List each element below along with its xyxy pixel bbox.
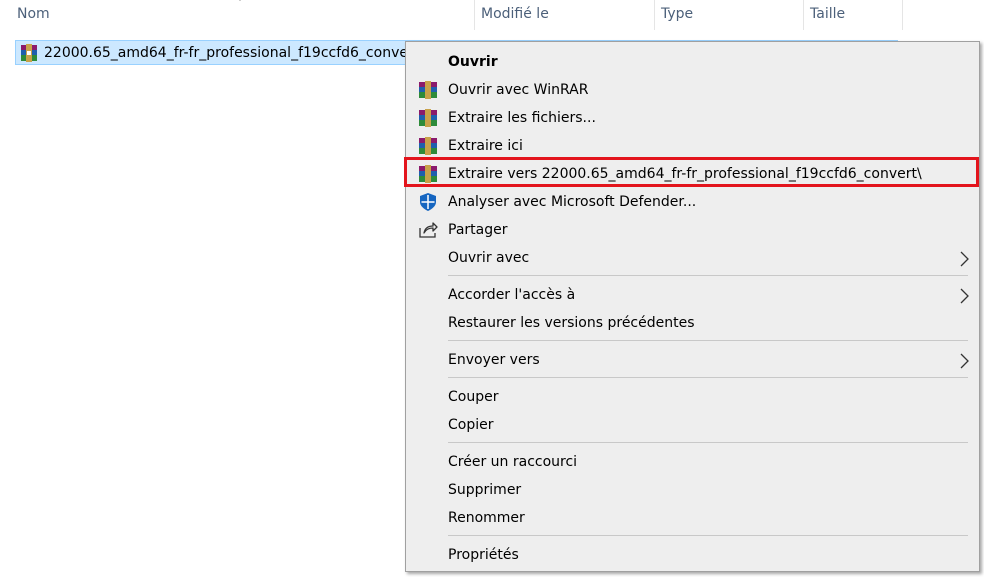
winrar-icon <box>419 109 437 127</box>
chevron-right-icon <box>960 251 969 267</box>
chevron-right-icon <box>960 288 969 304</box>
menu-item-label: Ouvrir <box>448 54 498 70</box>
menu-item-delete[interactable]: Supprimer <box>406 476 979 504</box>
menu-item-label: Envoyer vers <box>448 352 540 368</box>
chevron-right-icon <box>960 353 969 369</box>
column-name[interactable]: Nom <box>11 0 473 30</box>
menu-item-open-with-winrar[interactable]: Ouvrir avec WinRAR <box>406 76 979 104</box>
column-size[interactable]: Taille <box>803 0 903 30</box>
menu-divider <box>448 377 968 378</box>
menu-item-label: Créer un raccourci <box>448 454 578 470</box>
sort-arrow-icon <box>239 0 241 1</box>
menu-item-label: Restaurer les versions précédentes <box>448 315 695 331</box>
menu-divider <box>448 275 968 276</box>
menu-item-label: Analyser avec Microsoft Defender... <box>448 194 697 210</box>
menu-item-label: Supprimer <box>448 482 522 498</box>
menu-item-label: Couper <box>448 389 499 405</box>
column-header: Nom Modifié le Type Taille <box>0 0 984 30</box>
winrar-icon <box>419 137 437 155</box>
menu-item-rename[interactable]: Renommer <box>406 504 979 532</box>
menu-item-extract-files[interactable]: Extraire les fichiers... <box>406 104 979 132</box>
column-type-label: Type <box>661 6 694 22</box>
winrar-icon <box>419 81 437 99</box>
column-modified[interactable]: Modifié le <box>474 0 654 30</box>
menu-item-properties[interactable]: Propriétés <box>406 541 979 569</box>
highlight-box <box>404 157 979 187</box>
file-name: 22000.65_amd64_fr-fr_professional_f19ccf… <box>44 45 420 61</box>
menu-item-open[interactable]: Ouvrir <box>406 48 979 76</box>
menu-item-label: Extraire ici <box>448 138 523 154</box>
menu-item-cut[interactable]: Couper <box>406 383 979 411</box>
menu-item-label: Extraire les fichiers... <box>448 110 596 126</box>
defender-shield-icon <box>420 193 436 211</box>
menu-item-label: Renommer <box>448 510 525 526</box>
menu-item-label: Copier <box>448 417 494 433</box>
menu-item-share[interactable]: Partager <box>406 216 979 244</box>
share-icon <box>419 222 438 238</box>
menu-item-extract-here[interactable]: Extraire ici <box>406 132 979 160</box>
menu-item-label: Partager <box>448 222 508 238</box>
menu-item-copy[interactable]: Copier <box>406 411 979 439</box>
menu-divider <box>448 535 968 536</box>
column-name-label: Nom <box>17 6 50 22</box>
column-size-label: Taille <box>810 6 846 22</box>
menu-item-label: Accorder l'accès à <box>448 287 576 303</box>
menu-divider <box>448 340 968 341</box>
column-type[interactable]: Type <box>654 0 803 30</box>
menu-item-create-shortcut[interactable]: Créer un raccourci <box>406 448 979 476</box>
menu-item-label: Ouvrir avec <box>448 250 530 266</box>
menu-item-restore-versions[interactable]: Restaurer les versions précédentes <box>406 309 979 337</box>
menu-item-label: Propriétés <box>448 547 519 563</box>
menu-item-open-with[interactable]: Ouvrir avec <box>406 244 979 272</box>
context-menu: Ouvrir Ouvrir avec WinRAR Extraire les f… <box>405 41 980 572</box>
menu-item-label: Ouvrir avec WinRAR <box>448 82 589 98</box>
menu-item-scan-defender[interactable]: Analyser avec Microsoft Defender... <box>406 188 979 216</box>
menu-item-grant-access[interactable]: Accorder l'accès à <box>406 281 979 309</box>
menu-item-send-to[interactable]: Envoyer vers <box>406 346 979 374</box>
menu-divider <box>448 442 968 443</box>
winrar-archive-icon <box>21 44 37 62</box>
column-modified-label: Modifié le <box>481 6 549 22</box>
